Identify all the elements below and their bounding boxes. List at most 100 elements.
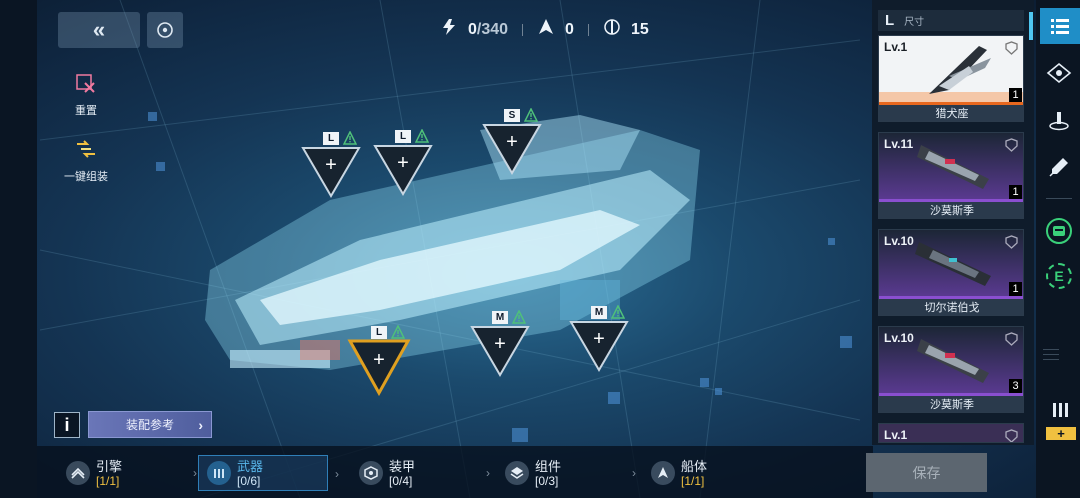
menu-lines-icon — [1043, 349, 1059, 361]
tab-hull[interactable]: 船体 [1/1] — [643, 455, 773, 491]
power-icon — [440, 18, 458, 41]
chevron-right-icon: › — [632, 466, 636, 480]
weapon-slot-1[interactable]: L + — [301, 131, 361, 206]
list-icon — [1051, 19, 1069, 34]
warning-icon — [343, 131, 357, 145]
game-screen: « 重置 一键组装 0/340 0 15 L + L + S + L + M +… — [0, 0, 1080, 498]
slot-size-tag: M — [591, 306, 607, 319]
item-count: 3 — [1009, 379, 1022, 393]
shield-icon — [1005, 332, 1018, 346]
tab-count: [1/1] — [681, 473, 705, 488]
warning-icon — [524, 108, 538, 122]
add-icon: + — [494, 333, 506, 355]
add-icon: + — [506, 131, 518, 153]
warning-icon — [391, 325, 405, 339]
ships-icon — [537, 18, 555, 41]
item-name: 沙莫斯季 — [879, 202, 1023, 218]
filter-button-1[interactable] — [1042, 56, 1076, 90]
auto-equip-icon — [71, 134, 101, 164]
item-level: Lv.1 — [884, 428, 908, 442]
scroll-indicator — [1029, 12, 1033, 40]
item-level: Lv.1 — [884, 40, 908, 54]
module-icon — [1046, 218, 1072, 244]
power-value: 0/340 — [468, 20, 509, 38]
slots-icon — [603, 18, 621, 41]
target-button[interactable] — [147, 12, 183, 48]
item-name: 切尔诺伯戈 — [879, 299, 1023, 315]
weapon-icon — [207, 461, 231, 485]
rocket-icon — [1049, 158, 1068, 177]
e-icon: E — [1046, 263, 1072, 289]
assembly-reference-label: 装配参考 — [125, 418, 174, 432]
slot-size-tag: L — [395, 130, 411, 143]
item-count: 1 — [1009, 282, 1022, 296]
filter-button-e[interactable]: E — [1042, 259, 1076, 293]
size-label: 尺寸 — [904, 17, 925, 28]
shield-icon — [1005, 235, 1018, 249]
add-icon: + — [373, 349, 385, 371]
item-level: Lv.11 — [884, 137, 914, 151]
save-button[interactable]: 保存 — [866, 453, 987, 492]
warning-icon — [512, 310, 526, 324]
slots-value: 15 — [630, 20, 649, 38]
plus-icon: + — [1046, 427, 1076, 440]
chevron-right-icon: › — [335, 467, 339, 481]
tab-count: [0/6] — [237, 473, 261, 488]
reset-button[interactable]: 重置 — [60, 68, 112, 118]
tab-engine[interactable]: 引擎 [1/1] › — [58, 455, 197, 491]
tab-count: [0/3] — [535, 473, 559, 488]
tab-count: [0/4] — [389, 473, 413, 488]
item-card-4[interactable]: Lv.10 3 沙莫斯季 — [878, 326, 1024, 413]
beacon-icon — [1049, 112, 1069, 131]
item-card-2[interactable]: Lv.11 1 沙莫斯季 — [878, 132, 1024, 219]
tab-weapon[interactable]: 武器 [0/6] › — [198, 455, 339, 491]
weapon-slot-5[interactable]: M + — [470, 310, 530, 385]
back-button[interactable]: « — [58, 12, 140, 48]
add-weapon-button[interactable]: + — [1046, 395, 1076, 443]
list-view-button[interactable] — [1040, 8, 1080, 44]
item-card-3[interactable]: Lv.10 1 切尔诺伯戈 — [878, 229, 1024, 316]
item-card-1[interactable]: Lv.1 1 猎犬座 — [878, 35, 1024, 122]
auto-equip-button[interactable]: 一键组装 — [60, 134, 112, 184]
filter-button-3[interactable] — [1042, 150, 1076, 184]
item-count: 1 — [1009, 88, 1022, 102]
size-filter[interactable]: L 尺寸 — [878, 10, 1024, 31]
item-name: 沙莫斯季 — [879, 396, 1023, 412]
auto-equip-label: 一键组装 — [64, 171, 108, 183]
tab-count: [1/1] — [96, 473, 120, 488]
filter-button-2[interactable] — [1042, 103, 1076, 137]
item-count: 1 — [1009, 185, 1022, 199]
tab-armor[interactable]: 装甲 [0/4] › — [351, 455, 490, 491]
hull-icon — [651, 461, 675, 485]
weapon-slot-4-selected[interactable]: L + — [347, 325, 411, 400]
ships-value: 0 — [565, 20, 574, 38]
tab-label: 武器 — [237, 458, 264, 474]
add-icon: + — [593, 328, 605, 350]
double-chevron-left-icon: « — [92, 17, 106, 42]
chevron-right-icon: › — [198, 416, 203, 433]
tab-component[interactable]: 组件 [0/3] › — [497, 455, 636, 491]
shield-icon — [1005, 41, 1018, 55]
weapon-slot-6[interactable]: M + — [569, 305, 629, 380]
stats-bar: 0/340 0 15 — [440, 18, 649, 41]
slot-size-tag: L — [323, 132, 339, 145]
item-level: Lv.10 — [884, 331, 914, 345]
chevron-right-icon: › — [486, 466, 490, 480]
reset-icon — [71, 68, 101, 98]
item-card-5[interactable]: Lv.1 — [878, 423, 1024, 443]
assembly-reference-button[interactable]: 装配参考 › — [88, 411, 212, 438]
weapon-slot-3[interactable]: S + — [482, 108, 542, 183]
armor-icon — [359, 461, 383, 485]
component-icon — [505, 461, 529, 485]
diamond-view-icon — [1046, 62, 1072, 84]
engine-icon — [66, 461, 90, 485]
info-button[interactable]: i — [54, 412, 80, 438]
add-icon: + — [325, 154, 337, 176]
tab-label: 引擎 — [96, 458, 123, 474]
filter-button-green[interactable] — [1042, 214, 1076, 248]
warning-icon — [415, 129, 429, 143]
tab-label: 装甲 — [389, 458, 416, 474]
add-icon: + — [397, 152, 409, 174]
size-letter: L — [885, 12, 895, 29]
weapon-slot-2[interactable]: L + — [373, 129, 433, 204]
